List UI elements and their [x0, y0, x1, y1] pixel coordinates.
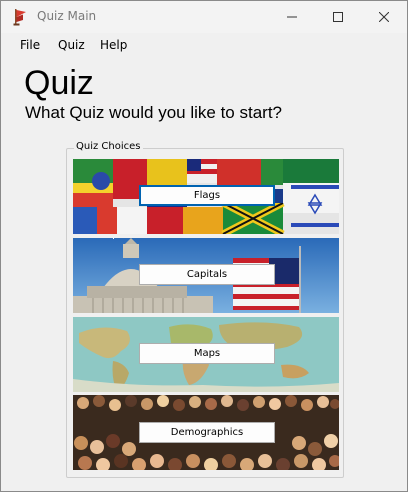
capitals-button[interactable]: Capitals	[139, 264, 275, 285]
window-title: Quiz Main	[37, 9, 97, 23]
menu-quiz[interactable]: Quiz	[58, 38, 85, 52]
minimize-button[interactable]	[269, 1, 315, 33]
menu-help[interactable]: Help	[100, 38, 127, 52]
flags-button[interactable]: Flags	[139, 185, 275, 206]
title-bar: Quiz Main	[1, 1, 407, 33]
maximize-icon	[333, 12, 343, 22]
close-icon	[379, 12, 389, 22]
maps-button[interactable]: Maps	[139, 343, 275, 364]
maps-choice-panel: Maps	[73, 317, 339, 392]
quiz-flag-icon	[12, 8, 28, 26]
maximize-button[interactable]	[315, 1, 361, 33]
menu-bar: File Quiz Help	[1, 33, 407, 57]
demographics-choice-panel: Demographics	[73, 395, 339, 470]
capitals-choice-panel: Capitals	[73, 238, 339, 313]
demographics-button[interactable]: Demographics	[139, 422, 275, 443]
minimize-icon	[287, 16, 297, 18]
quiz-choices-label: Quiz Choices	[74, 141, 143, 152]
close-button[interactable]	[361, 1, 407, 33]
menu-file[interactable]: File	[20, 38, 40, 52]
flags-choice-panel: Flags	[73, 159, 339, 234]
main-window: Quiz Main File Quiz Help Quiz What Quiz …	[0, 0, 408, 492]
page-title: Quiz	[24, 64, 94, 102]
page-subtitle: What Quiz would you like to start?	[25, 103, 283, 122]
